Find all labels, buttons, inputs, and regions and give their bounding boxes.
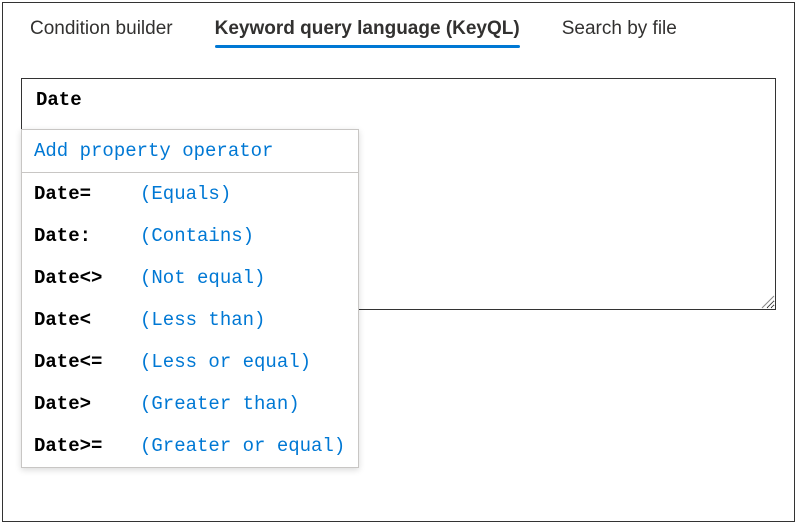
operator-code: Date< [34,309,140,331]
operator-desc: (Less than) [140,309,265,331]
operator-code: Date> [34,393,140,415]
operator-code: Date<> [34,267,140,289]
operator-item-contains[interactable]: Date: (Contains) [22,215,358,257]
operator-desc: (Equals) [140,183,231,205]
operator-desc: (Less or equal) [140,351,311,373]
operator-code: Date<= [34,351,140,373]
operator-code: Date= [34,183,140,205]
operator-item-greater-than[interactable]: Date> (Greater than) [22,383,358,425]
tab-condition-builder[interactable]: Condition builder [30,18,173,48]
query-text: Date [36,89,82,111]
operator-item-less-or-equal[interactable]: Date<= (Less or equal) [22,341,358,383]
operator-desc: (Contains) [140,225,254,247]
operator-item-greater-or-equal[interactable]: Date>= (Greater or equal) [22,425,358,467]
operator-desc: (Greater or equal) [140,435,345,457]
resize-handle-icon[interactable] [759,293,775,309]
tab-search-by-file[interactable]: Search by file [562,18,677,48]
operator-code: Date>= [34,435,140,457]
tab-keyql[interactable]: Keyword query language (KeyQL) [215,18,520,48]
operator-desc: (Not equal) [140,267,265,289]
operator-item-less-than[interactable]: Date< (Less than) [22,299,358,341]
tab-list: Condition builder Keyword query language… [18,18,779,48]
operator-desc: (Greater than) [140,393,300,415]
operator-item-not-equal[interactable]: Date<> (Not equal) [22,257,358,299]
dropdown-header: Add property operator [22,130,358,173]
operator-item-equals[interactable]: Date= (Equals) [22,173,358,215]
panel: Condition builder Keyword query language… [2,2,795,522]
operator-suggestions-dropdown: Add property operator Date= (Equals) Dat… [21,129,359,468]
operator-code: Date: [34,225,140,247]
